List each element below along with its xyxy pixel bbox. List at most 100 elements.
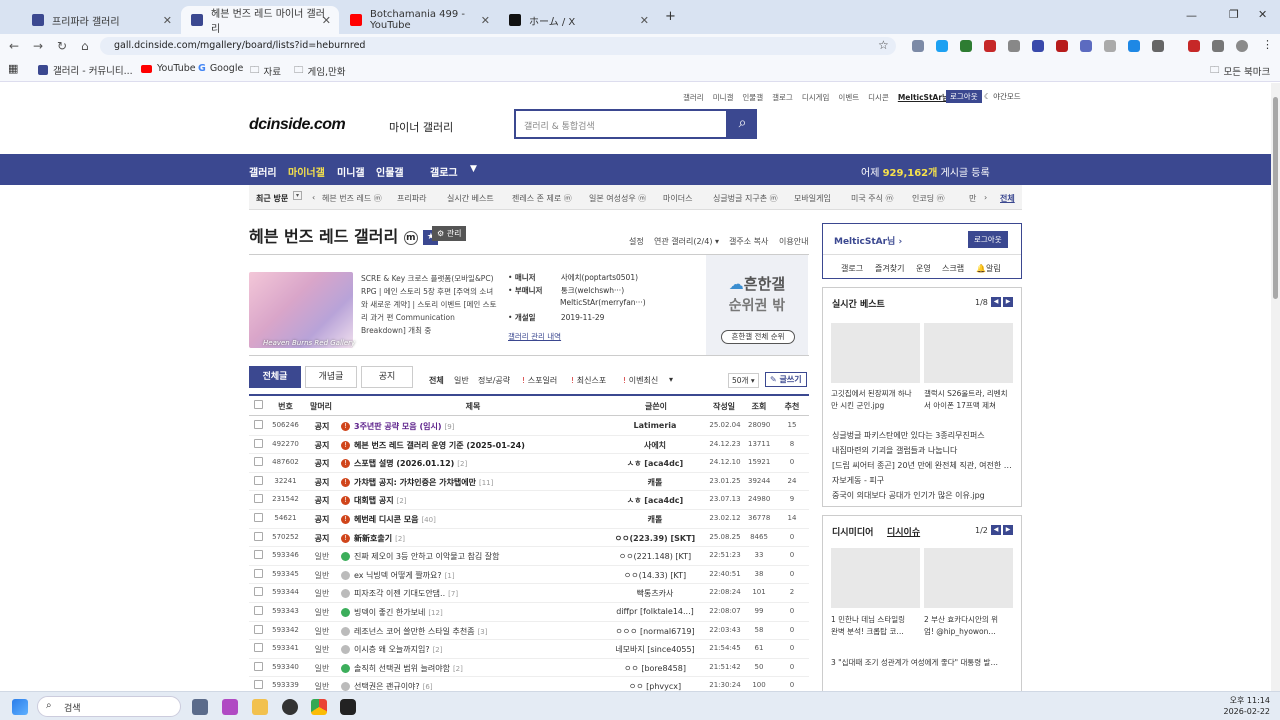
bookmark-item[interactable]: YouTube xyxy=(141,63,196,74)
apps-grid-icon[interactable]: ▦ xyxy=(8,62,18,75)
prev-icon[interactable]: ◀ xyxy=(991,525,1001,535)
issue-list-item[interactable]: 3 "십대때 조기 성관계가 여성에게 좋다" 대통령 발… xyxy=(831,657,998,668)
tab-2-active[interactable]: 헤븐 번즈 레드 마이너 갤러리 ✕ xyxy=(181,6,339,35)
reply-count[interactable]: [7] xyxy=(448,590,458,598)
post-title[interactable]: 3주년판 공략 모음 (임시) xyxy=(354,422,441,431)
post-title[interactable]: 솔직히 선택권 범위 늘려야함 xyxy=(354,664,450,673)
row-checkbox[interactable] xyxy=(254,457,263,467)
window-close-icon[interactable]: ✕ xyxy=(1258,8,1267,21)
post-writer[interactable]: ㅇㅇ [phvycx] xyxy=(605,681,705,691)
row-checkbox[interactable] xyxy=(254,531,263,541)
subtab-general[interactable]: 일반 xyxy=(454,375,469,386)
reply-count[interactable]: [1] xyxy=(445,572,455,580)
post-title-cell[interactable]: ex 닉빙덱 어떻게 짤까요? [1] xyxy=(341,570,455,581)
submanager-value[interactable]: MelticStAr(merryfan···) xyxy=(560,298,646,307)
row-checkbox[interactable] xyxy=(254,438,263,448)
menu-kebab-icon[interactable]: ⋮ xyxy=(1262,38,1273,51)
user-name[interactable]: MelticStAr님 › xyxy=(834,234,902,247)
extension-icon[interactable] xyxy=(1128,40,1140,52)
nav-mini-gallery[interactable]: 미니갤 xyxy=(337,164,365,179)
manager-value[interactable]: 사에치(poptarts0501) xyxy=(561,273,638,282)
side-manage-link[interactable]: 운영 xyxy=(916,263,931,274)
manage-button[interactable]: ⚙ 관리 xyxy=(432,226,467,241)
best-caption[interactable]: 만 시킨 군인.jpg xyxy=(831,400,884,411)
post-title[interactable]: 선택권은 괜규이야? xyxy=(354,682,420,691)
best-list-item[interactable]: 중국이 의대보다 공대가 인기가 많은 이유.jpg xyxy=(832,490,985,501)
extension-icon[interactable] xyxy=(1080,40,1092,52)
extension-icon[interactable] xyxy=(1056,40,1068,52)
close-icon[interactable]: ✕ xyxy=(163,14,172,27)
close-icon[interactable]: ✕ xyxy=(322,14,331,27)
scrollbar-thumb[interactable] xyxy=(1273,97,1278,299)
recent-item[interactable]: 인코딩 ⓜ xyxy=(912,193,945,204)
row-checkbox[interactable] xyxy=(254,661,263,671)
bookmark-folder[interactable]: 🗀 자료 xyxy=(250,63,281,79)
post-title-cell[interactable]: 레조넌스 코어 쓸만한 스타일 추천좀 [3] xyxy=(341,626,488,637)
post-title[interactable]: 헤번레 디시콘 모음 xyxy=(354,515,418,524)
row-checkbox[interactable] xyxy=(254,513,263,522)
back-icon[interactable]: ← xyxy=(9,39,19,53)
extension-icon[interactable] xyxy=(1032,40,1044,52)
new-tab-button[interactable]: + xyxy=(665,9,676,24)
post-title-cell[interactable]: 솔직히 선택권 범위 늘려야함 [2] xyxy=(341,663,463,674)
post-title-cell[interactable]: 빙덱이 좋긴 한가보네 [12] xyxy=(341,607,443,618)
tab-3[interactable]: Botchamania 499 - YouTube ✕ xyxy=(340,6,498,34)
extensions-puzzle-icon[interactable] xyxy=(1152,40,1164,52)
post-title[interactable]: 진짜 제오이 3등 안하고 이악물고 참김 잘함 xyxy=(354,552,499,561)
row-checkbox[interactable] xyxy=(254,643,263,653)
logout-button[interactable]: 로그아웃 xyxy=(946,90,982,103)
extension-icon[interactable] xyxy=(936,40,948,52)
extension-icon[interactable] xyxy=(1008,40,1020,52)
row-checkbox[interactable] xyxy=(254,587,263,597)
best-caption[interactable]: 서 아이폰 17프맥 제쳐 xyxy=(924,400,996,411)
post-title[interactable]: ex 닉빙덱 어떻게 짤까요? xyxy=(354,571,442,580)
recent-item[interactable]: 헤븐 번즈 레드 ⓜ xyxy=(322,193,382,204)
post-title-cell[interactable]: 진짜 제오이 3등 안하고 이악물고 참김 잘함 xyxy=(341,551,502,562)
post-writer[interactable]: ㅇㅇㅇ [normal6719] xyxy=(605,626,705,637)
history-link[interactable]: 갤러리 관리 내역 xyxy=(508,331,561,342)
nav-gallog[interactable]: 갤로그 xyxy=(430,164,458,179)
nav-person-gallery[interactable]: 인물갤 xyxy=(376,164,404,179)
reload-icon[interactable]: ↻ xyxy=(57,39,67,53)
bookmark-folder[interactable]: 🗀 게임,만화 xyxy=(294,63,346,79)
subtab-spoiler[interactable]: ! 스포일러 xyxy=(522,375,557,386)
night-mode-toggle[interactable]: ☾ 야간모드 xyxy=(984,91,1021,102)
rank-all-button[interactable]: 흔한갤 전체 순위 xyxy=(721,330,795,344)
post-title-cell[interactable]: ! 헤번레 디시콘 모음 [40] xyxy=(341,514,436,525)
post-writer[interactable]: 빡통츠카사 xyxy=(605,588,705,599)
extension-icon[interactable] xyxy=(1104,40,1116,52)
close-icon[interactable]: ✕ xyxy=(481,14,490,27)
post-title[interactable]: 피자조각 이젠 기대도안댐.. xyxy=(354,589,445,598)
reply-count[interactable]: [40] xyxy=(421,516,435,524)
post-writer[interactable]: 캐톨 xyxy=(605,514,705,525)
best-caption[interactable]: 고깃집에서 된장찌개 하나 xyxy=(831,388,912,399)
prev-icon[interactable]: ◀ xyxy=(991,297,1001,307)
issue-thumbnail[interactable] xyxy=(924,548,1013,608)
next-icon[interactable]: ▶ xyxy=(1003,525,1013,535)
side-favorites-link[interactable]: 즐겨찾기 xyxy=(875,263,904,274)
row-checkbox[interactable] xyxy=(254,568,263,578)
reply-count[interactable]: [2] xyxy=(397,497,407,505)
settings-link[interactable]: 설정 xyxy=(629,236,644,247)
reply-count[interactable]: [2] xyxy=(453,665,463,673)
top-link[interactable]: 미니갤 xyxy=(713,93,734,102)
post-title-cell[interactable]: ! 헤븐 번즈 레드 갤러리 운영 기준 (2025-01-24) xyxy=(341,440,528,451)
side-alarm-link[interactable]: 🔔알림 xyxy=(976,263,1001,274)
recent-item[interactable]: 싱글벙글 지구촌 ⓜ xyxy=(713,193,778,204)
reply-count[interactable]: [3] xyxy=(478,628,488,636)
side-gallog-link[interactable]: 갤로그 xyxy=(841,263,863,274)
extension-icon[interactable] xyxy=(912,40,924,52)
row-checkbox[interactable] xyxy=(254,420,263,429)
reply-count[interactable]: [9] xyxy=(444,423,454,431)
side-scrap-link[interactable]: 스크랩 xyxy=(942,263,964,274)
post-writer[interactable]: Latimeria xyxy=(605,421,705,430)
reply-count[interactable]: [11] xyxy=(479,479,493,487)
minimize-icon[interactable]: — xyxy=(1186,9,1197,22)
top-link[interactable]: 인물갤 xyxy=(742,93,763,102)
subtab-more-icon[interactable]: ▾ xyxy=(669,375,673,384)
top-link[interactable]: 갤러리 xyxy=(683,93,704,102)
extension-icon[interactable] xyxy=(984,40,996,52)
close-icon[interactable]: ✕ xyxy=(640,14,649,27)
row-checkbox[interactable] xyxy=(254,680,263,690)
recent-item[interactable]: 프리파라 xyxy=(397,193,426,204)
